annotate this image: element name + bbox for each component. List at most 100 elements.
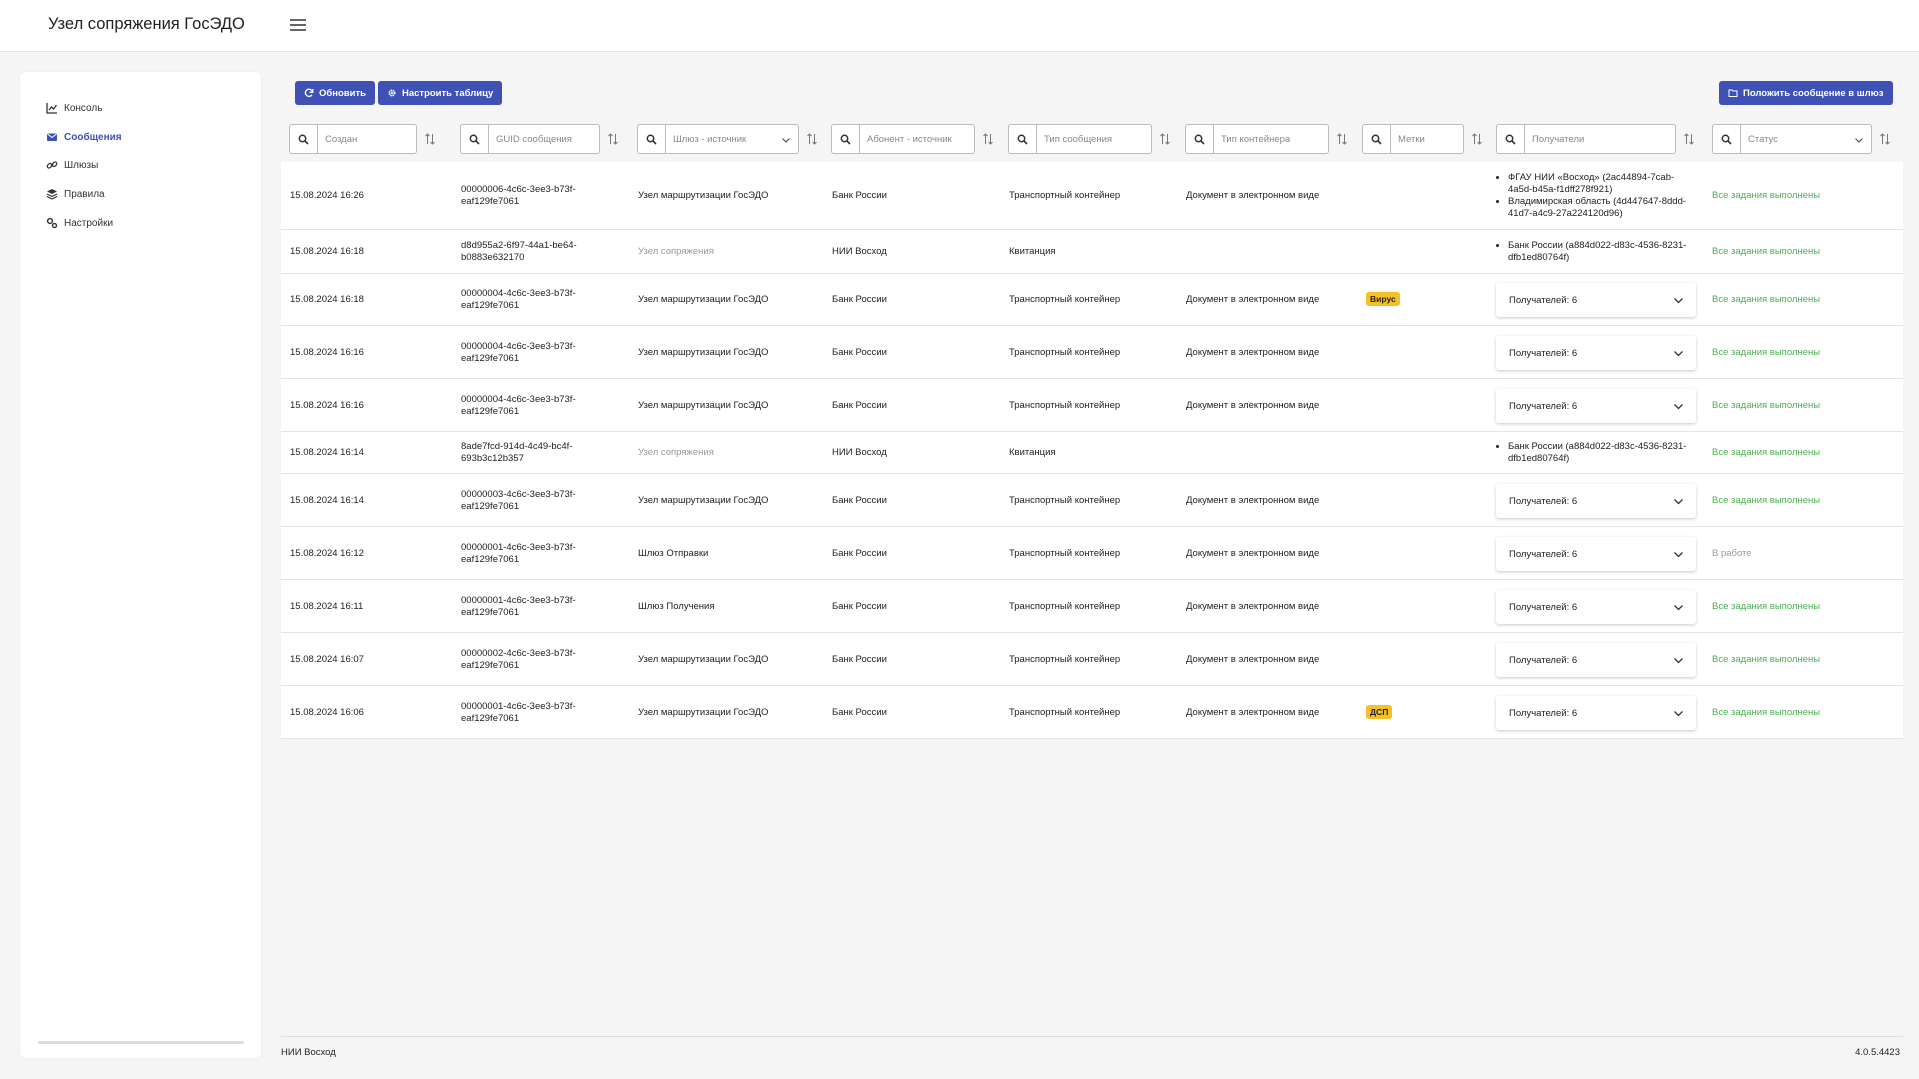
tags-filter-input[interactable] [1390, 124, 1464, 154]
search-icon[interactable] [289, 124, 317, 154]
table-row[interactable]: 15.08.2024 16:12 00000001-4c6c-3ee3-b73f-… [281, 527, 1903, 580]
container-type-cell: Документ в электронном виде [1186, 654, 1320, 665]
sidebar-item-label: Правила [64, 188, 105, 200]
guid-filter-input[interactable] [488, 124, 600, 154]
recipients-filter-input[interactable] [1524, 124, 1676, 154]
status-cell: Все задания выполнены [1712, 447, 1821, 458]
table-row[interactable]: 15.08.2024 16:14 8ade7fcd-914d-4c49-bc4f-… [281, 432, 1903, 474]
recipients-dropdown[interactable]: Получателей: 6 [1496, 336, 1696, 370]
chevron-down-icon [1674, 404, 1683, 410]
gateway-cell: Узел маршрутизации ГосЭДО [638, 707, 769, 718]
search-icon[interactable] [1185, 124, 1213, 154]
sort-icon[interactable] [1159, 133, 1171, 145]
search-icon[interactable] [1008, 124, 1036, 154]
created-cell: 15.08.2024 16:16 [290, 347, 364, 358]
status-cell: Все задания выполнены [1712, 707, 1821, 718]
sidebar-item-gateways[interactable]: Шлюзы [46, 159, 98, 171]
put-message-button[interactable]: Положить сообщение в шлюз [1719, 81, 1893, 105]
refresh-button[interactable]: Обновить [295, 81, 375, 105]
recipients-dropdown[interactable]: Получателей: 6 [1496, 643, 1696, 677]
gateway-cell: Узел сопряжения [638, 246, 714, 257]
recipients-dropdown[interactable]: Получателей: 6 [1496, 696, 1696, 730]
status-cell: Все задания выполнены [1712, 495, 1821, 506]
sidebar-item-label: Консоль [64, 102, 103, 114]
guid-line: eaf129fe7061 [461, 196, 520, 207]
sidebar-item-rules[interactable]: Правила [46, 188, 105, 200]
search-icon[interactable] [637, 124, 665, 154]
table-row[interactable]: 15.08.2024 16:18 d8d955a2-6f97-44a1-be64-… [281, 230, 1903, 274]
sidebar-item-settings[interactable]: Настройки [46, 217, 113, 229]
search-icon[interactable] [831, 124, 859, 154]
gateway-select[interactable]: Шлюз - источник [665, 124, 799, 154]
hamburger-menu-icon[interactable] [287, 16, 309, 34]
sort-icon[interactable] [806, 133, 818, 145]
sidebar-item-label: Настройки [64, 217, 114, 229]
recipients-dropdown[interactable]: Получателей: 6 [1496, 283, 1696, 317]
message-type-filter-input[interactable] [1036, 124, 1152, 154]
layers-icon [46, 189, 58, 200]
container-type-cell: Документ в электронном виде [1186, 495, 1320, 506]
created-filter-input[interactable] [317, 124, 417, 154]
table-row[interactable]: 15.08.2024 16:16 00000004-4c6c-3ee3-b73f-… [281, 326, 1903, 379]
table-row[interactable]: 15.08.2024 16:26 00000006-4c6c-3ee3-b73f-… [281, 162, 1903, 230]
guid-cell: 00000003-4c6c-3ee3-b73f-eaf129fe7061 [461, 489, 576, 513]
recipients-dropdown[interactable]: Получателей: 6 [1496, 389, 1696, 423]
guid-line: eaf129fe7061 [461, 501, 520, 512]
subscriber-cell: НИИ Восход [832, 246, 887, 257]
table-row[interactable]: 15.08.2024 16:11 00000001-4c6c-3ee3-b73f-… [281, 580, 1903, 633]
container-type-filter-input[interactable] [1213, 124, 1329, 154]
configure-table-button[interactable]: Настроить таблицу [378, 81, 503, 105]
search-icon[interactable] [1362, 124, 1390, 154]
gateway-cell: Узел маршрутизации ГосЭДО [638, 347, 769, 358]
table-row[interactable]: 15.08.2024 16:06 00000001-4c6c-3ee3-b73f-… [281, 686, 1903, 739]
table-row[interactable]: 15.08.2024 16:14 00000003-4c6c-3ee3-b73f-… [281, 474, 1903, 527]
sort-icon[interactable] [982, 133, 994, 145]
sort-icon[interactable] [1683, 133, 1695, 145]
sidebar-item-messages[interactable]: Сообщения [46, 131, 122, 143]
search-icon[interactable] [1496, 124, 1524, 154]
message-type-cell: Транспортный контейнер [1009, 654, 1121, 665]
search-icon[interactable] [1712, 124, 1740, 154]
subscriber-cell: Банк России [832, 548, 887, 559]
sidebar-item-console[interactable]: Консоль [46, 102, 102, 114]
subscriber-cell: Банк России [832, 400, 887, 411]
tag-badge: ДСП [1366, 705, 1393, 719]
gateway-cell: Узел маршрутизации ГосЭДО [638, 190, 769, 201]
sort-icon[interactable] [424, 133, 436, 145]
guid-line: eaf129fe7061 [461, 353, 520, 364]
guid-line: eaf129fe7061 [461, 660, 520, 671]
recipients-list: ФГАУ НИИ «Восход» (2ac44894-7cab-4a5d-b4… [1496, 172, 1693, 220]
created-cell: 15.08.2024 16:16 [290, 400, 364, 411]
recipients-dropdown[interactable]: Получателей: 6 [1496, 537, 1696, 571]
sort-icon[interactable] [1336, 133, 1348, 145]
gear-icon [388, 89, 396, 97]
container-type-cell: Документ в электронном виде [1186, 347, 1320, 358]
chevron-down-icon [1674, 351, 1683, 357]
subscriber-filter-input[interactable] [859, 124, 975, 154]
container-type-cell: Документ в электронном виде [1186, 294, 1320, 305]
table-row[interactable]: 15.08.2024 16:18 00000004-4c6c-3ee3-b73f-… [281, 274, 1903, 326]
search-icon[interactable] [460, 124, 488, 154]
guid-cell: 00000006-4c6c-3ee3-b73f-eaf129fe7061 [461, 184, 576, 208]
guid-cell: 00000004-4c6c-3ee3-b73f-eaf129fe7061 [461, 288, 576, 312]
sort-icon[interactable] [607, 133, 619, 145]
message-type-cell: Квитанция [1009, 447, 1056, 458]
recipients-dropdown[interactable]: Получателей: 6 [1496, 590, 1696, 624]
recipients-dropdown[interactable]: Получателей: 6 [1496, 484, 1696, 518]
refresh-icon [304, 88, 314, 98]
guid-line: 00000003-4c6c-3ee3-b73f- [461, 489, 576, 500]
guid-line: 8ade7fcd-914d-4c49-bc4f- [461, 441, 573, 452]
status-cell: Все задания выполнены [1712, 294, 1821, 305]
chart-icon [46, 103, 58, 114]
filter-guid [460, 124, 619, 154]
sort-icon[interactable] [1471, 133, 1483, 145]
table-row[interactable]: 15.08.2024 16:16 00000004-4c6c-3ee3-b73f-… [281, 379, 1903, 432]
sidebar-scrollbar[interactable] [38, 1041, 244, 1044]
container-type-cell: Документ в электронном виде [1186, 601, 1320, 612]
sort-icon[interactable] [1879, 133, 1891, 145]
status-select[interactable]: Статус [1740, 124, 1872, 154]
status-cell: Все задания выполнены [1712, 190, 1821, 201]
table-row[interactable]: 15.08.2024 16:07 00000002-4c6c-3ee3-b73f-… [281, 633, 1903, 686]
guid-line: eaf129fe7061 [461, 554, 520, 565]
guid-line: 00000001-4c6c-3ee3-b73f- [461, 542, 576, 553]
